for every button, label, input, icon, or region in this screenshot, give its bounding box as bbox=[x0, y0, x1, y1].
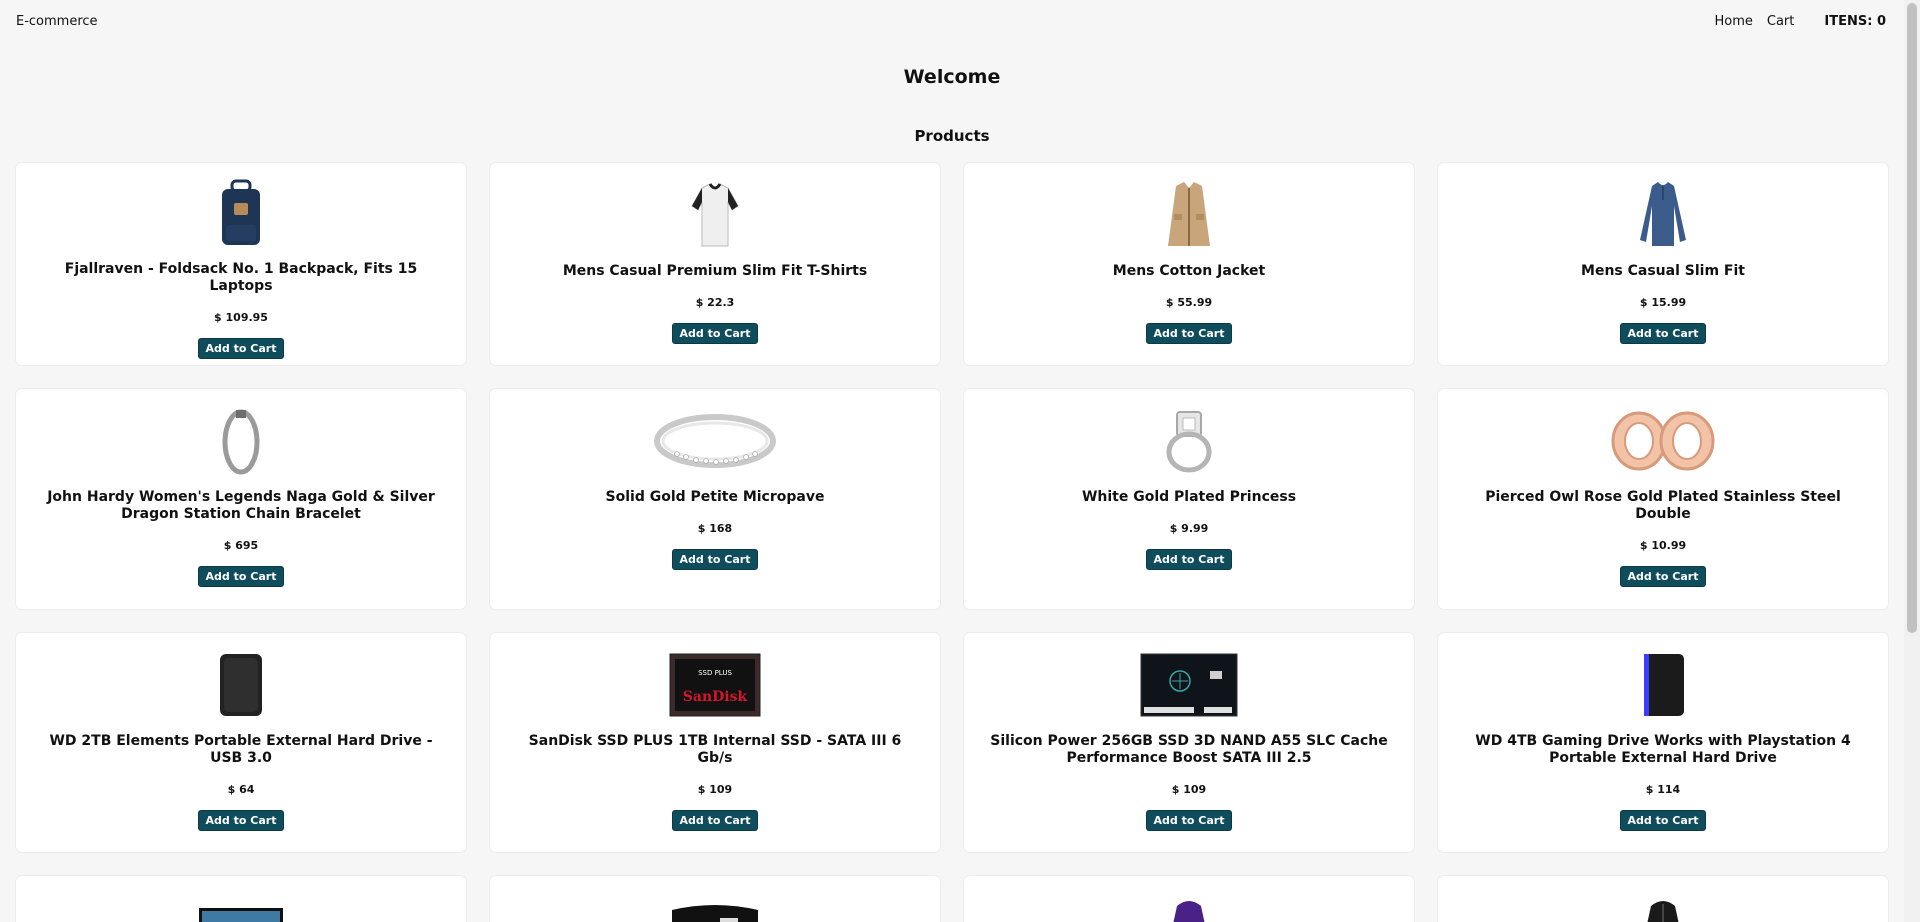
add-to-cart-button[interactable]: Add to Cart bbox=[1619, 323, 1707, 344]
product-title[interactable]: SanDisk SSD PLUS 1TB Internal SSD - SATA… bbox=[510, 733, 920, 767]
product-price: $ 109 bbox=[697, 783, 733, 796]
add-to-cart-button[interactable]: Add to Cart bbox=[671, 810, 759, 831]
product-title[interactable]: Fjallraven - Foldsack No. 1 Backpack, Fi… bbox=[36, 261, 446, 295]
cart-items-count: ITENS: 0 bbox=[1824, 14, 1886, 29]
nav-cart-link[interactable]: Cart bbox=[1767, 14, 1795, 29]
hdd-icon bbox=[176, 649, 306, 721]
add-to-cart-button[interactable]: Add to Cart bbox=[197, 566, 285, 587]
product-card bbox=[964, 876, 1414, 922]
add-to-cart-button[interactable]: Add to Cart bbox=[1145, 549, 1233, 570]
product-card: Pierced Owl Rose Gold Plated Stainless S… bbox=[1438, 389, 1888, 609]
black-jacket-icon bbox=[1598, 892, 1728, 922]
product-title[interactable]: Pierced Owl Rose Gold Plated Stainless S… bbox=[1458, 489, 1868, 523]
product-card: Mens Casual Slim Fit $ 15.99 Add to Cart bbox=[1438, 163, 1888, 365]
rosegold-plugs-icon bbox=[1598, 405, 1728, 477]
add-to-cart-button[interactable]: Add to Cart bbox=[671, 549, 759, 570]
nav-links: Home Cart ITENS: 0 bbox=[1715, 14, 1887, 29]
product-card: Mens Casual Premium Slim Fit T-Shirts $ … bbox=[490, 163, 940, 365]
nav-home-link[interactable]: Home bbox=[1715, 14, 1753, 29]
page: E-commerce Home Cart ITENS: 0 Welcome Pr… bbox=[0, 0, 1920, 922]
product-grid: Fjallraven - Foldsack No. 1 Backpack, Fi… bbox=[16, 163, 1888, 922]
scrollbar-thumb[interactable] bbox=[1907, 3, 1917, 633]
curved-monitor-icon bbox=[650, 892, 780, 922]
product-card: John Hardy Women's Legends Naga Gold & S… bbox=[16, 389, 466, 609]
product-price: $ 109.95 bbox=[214, 311, 268, 324]
product-card: Silicon Power 256GB SSD 3D NAND A55 SLC … bbox=[964, 633, 1414, 852]
products-heading: Products bbox=[914, 127, 990, 145]
product-card: SSD PLUS SanDisk SanDisk SSD PLUS 1TB In… bbox=[490, 633, 940, 852]
tshirt-icon bbox=[650, 179, 780, 251]
jacket-icon bbox=[1124, 179, 1254, 251]
ssd-product-text: SSD PLUS bbox=[698, 669, 732, 677]
product-title[interactable]: John Hardy Women's Legends Naga Gold & S… bbox=[36, 489, 446, 523]
backpack-icon bbox=[176, 179, 306, 249]
product-title[interactable]: Solid Gold Petite Micropave bbox=[606, 489, 825, 506]
add-to-cart-button[interactable]: Add to Cart bbox=[671, 323, 759, 344]
product-card: White Gold Plated Princess $ 9.99 Add to… bbox=[964, 389, 1414, 609]
ring-icon bbox=[650, 405, 780, 477]
product-title[interactable]: WD 4TB Gaming Drive Works with Playstati… bbox=[1458, 733, 1868, 767]
product-price: $ 109 bbox=[1171, 783, 1207, 796]
product-price: $ 55.99 bbox=[1165, 296, 1213, 309]
welcome-heading: Welcome bbox=[903, 66, 1001, 88]
product-card: WD 4TB Gaming Drive Works with Playstati… bbox=[1438, 633, 1888, 852]
product-title[interactable]: Mens Casual Premium Slim Fit T-Shirts bbox=[563, 263, 867, 280]
product-price: $ 22.3 bbox=[695, 296, 735, 309]
add-to-cart-button[interactable]: Add to Cart bbox=[1619, 810, 1707, 831]
top-navbar: E-commerce Home Cart ITENS: 0 bbox=[0, 0, 1904, 44]
product-price: $ 9.99 bbox=[1169, 522, 1209, 535]
product-title[interactable]: White Gold Plated Princess bbox=[1082, 489, 1296, 506]
product-price: $ 15.99 bbox=[1639, 296, 1687, 309]
product-card bbox=[16, 876, 466, 922]
add-to-cart-button[interactable]: Add to Cart bbox=[1619, 566, 1707, 587]
product-title[interactable]: Mens Cotton Jacket bbox=[1113, 263, 1265, 280]
product-card bbox=[490, 876, 940, 922]
product-card: WD 2TB Elements Portable External Hard D… bbox=[16, 633, 466, 852]
ssd-icon: SSD PLUS SanDisk bbox=[650, 649, 780, 721]
add-to-cart-button[interactable]: Add to Cart bbox=[197, 810, 285, 831]
product-card bbox=[1438, 876, 1888, 922]
product-card: Solid Gold Petite Micropave $ 168 Add to… bbox=[490, 389, 940, 609]
product-title[interactable]: Mens Casual Slim Fit bbox=[1581, 263, 1745, 280]
add-to-cart-button[interactable]: Add to Cart bbox=[197, 338, 285, 359]
product-price: $ 114 bbox=[1645, 783, 1681, 796]
brand-logo-text[interactable]: E-commerce bbox=[16, 14, 98, 29]
longsleeve-icon bbox=[1598, 179, 1728, 251]
product-price: $ 168 bbox=[697, 522, 733, 535]
product-title[interactable]: Silicon Power 256GB SSD 3D NAND A55 SLC … bbox=[984, 733, 1394, 767]
bracelet-icon bbox=[176, 405, 306, 477]
vertical-scrollbar[interactable] bbox=[1904, 0, 1920, 922]
product-price: $ 695 bbox=[223, 539, 259, 552]
product-price: $ 10.99 bbox=[1639, 539, 1687, 552]
product-card: Mens Cotton Jacket $ 55.99 Add to Cart bbox=[964, 163, 1414, 365]
gaming-drive-icon bbox=[1598, 649, 1728, 721]
diamond-ring-icon bbox=[1124, 405, 1254, 477]
add-to-cart-button[interactable]: Add to Cart bbox=[1145, 323, 1233, 344]
add-to-cart-button[interactable]: Add to Cart bbox=[1145, 810, 1233, 831]
ssd-sp-icon bbox=[1124, 649, 1254, 721]
purple-jacket-icon bbox=[1124, 892, 1254, 922]
product-title[interactable]: WD 2TB Elements Portable External Hard D… bbox=[36, 733, 446, 767]
product-card: Fjallraven - Foldsack No. 1 Backpack, Fi… bbox=[16, 163, 466, 365]
ssd-brand-text: SanDisk bbox=[683, 689, 748, 705]
monitor-icon bbox=[176, 892, 306, 922]
product-price: $ 64 bbox=[227, 783, 255, 796]
